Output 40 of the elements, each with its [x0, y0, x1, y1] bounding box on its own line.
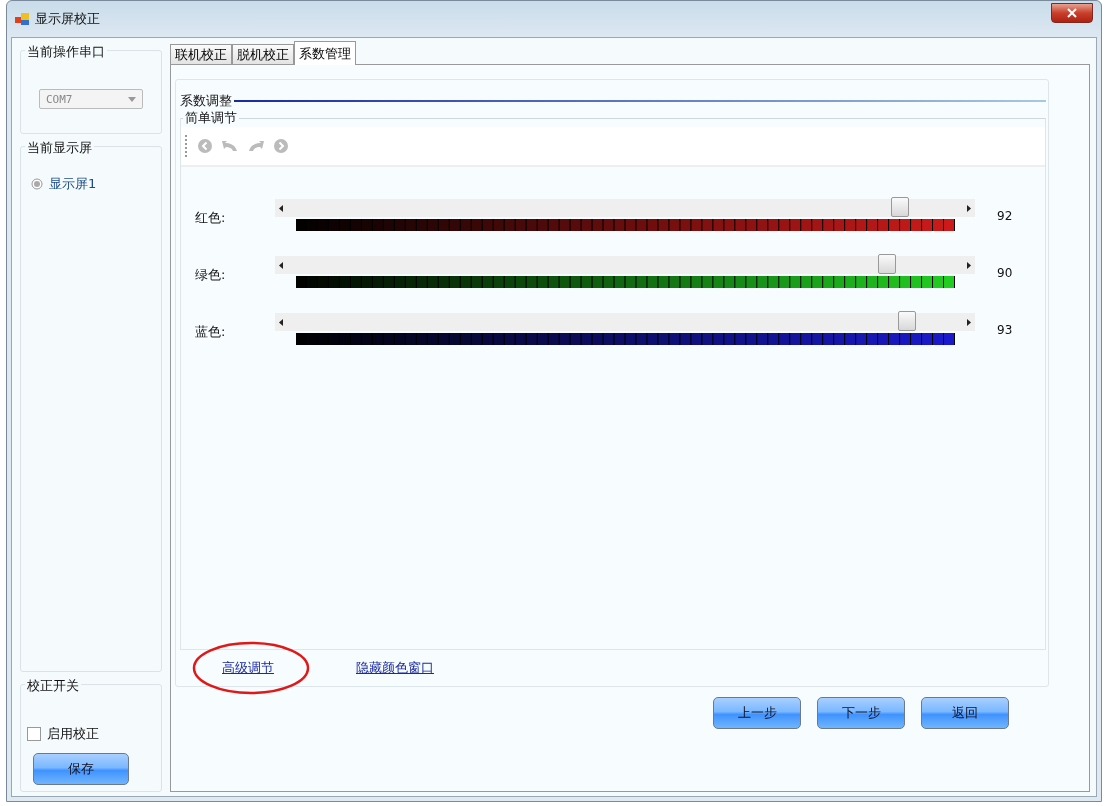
- scroll-right-icon[interactable]: [967, 318, 971, 326]
- window-title: 显示屏校正: [35, 10, 100, 28]
- close-icon: [1067, 8, 1077, 18]
- slider-thumb[interactable]: [878, 254, 896, 274]
- nav-button[interactable]: 下一步: [817, 697, 905, 729]
- slider-thumb[interactable]: [897, 311, 916, 331]
- channel-label: 绿色:: [194, 266, 227, 284]
- scroll-left-icon[interactable]: [279, 261, 283, 269]
- link[interactable]: 高级调节: [222, 659, 274, 677]
- channel-value: 93: [996, 322, 1013, 337]
- slider-track[interactable]: [275, 256, 975, 274]
- group-title: 当前操作串口: [25, 43, 107, 61]
- scroll-right-icon[interactable]: [967, 261, 971, 269]
- scroll-left-icon[interactable]: [279, 204, 283, 212]
- scroll-left-icon[interactable]: [279, 318, 283, 326]
- channel-value: 90: [996, 265, 1013, 280]
- channel-value: 92: [996, 208, 1013, 223]
- nav-button[interactable]: 上一步: [713, 697, 801, 729]
- slider-track[interactable]: [275, 199, 975, 217]
- section-title: 系数调整: [180, 92, 232, 110]
- scroll-right-icon[interactable]: [967, 204, 971, 212]
- close-button[interactable]: [1051, 3, 1093, 23]
- channel-label: 红色:: [194, 209, 227, 227]
- tab[interactable]: 联机校正: [170, 44, 232, 64]
- enable-checkbox[interactable]: 启用校正: [27, 725, 161, 743]
- group-title: 简单调节: [183, 109, 239, 127]
- save-button[interactable]: 保存: [33, 753, 129, 785]
- group-title: 当前显示屏: [25, 139, 94, 157]
- slider-thumb[interactable]: [891, 197, 910, 217]
- tab[interactable]: 系数管理: [294, 41, 356, 65]
- screen-radio[interactable]: 显示屏1: [31, 175, 161, 193]
- app-icon: [15, 12, 29, 26]
- nav-button[interactable]: 返回: [921, 697, 1009, 729]
- channel-label: 蓝色:: [194, 323, 227, 341]
- group-title: 校正开关: [25, 677, 81, 695]
- tab[interactable]: 脱机校正: [232, 44, 294, 64]
- radio-icon: [31, 178, 43, 190]
- caret-icon: [128, 96, 136, 102]
- slider-track[interactable]: [275, 313, 975, 331]
- link[interactable]: 隐藏颜色窗口: [356, 659, 434, 677]
